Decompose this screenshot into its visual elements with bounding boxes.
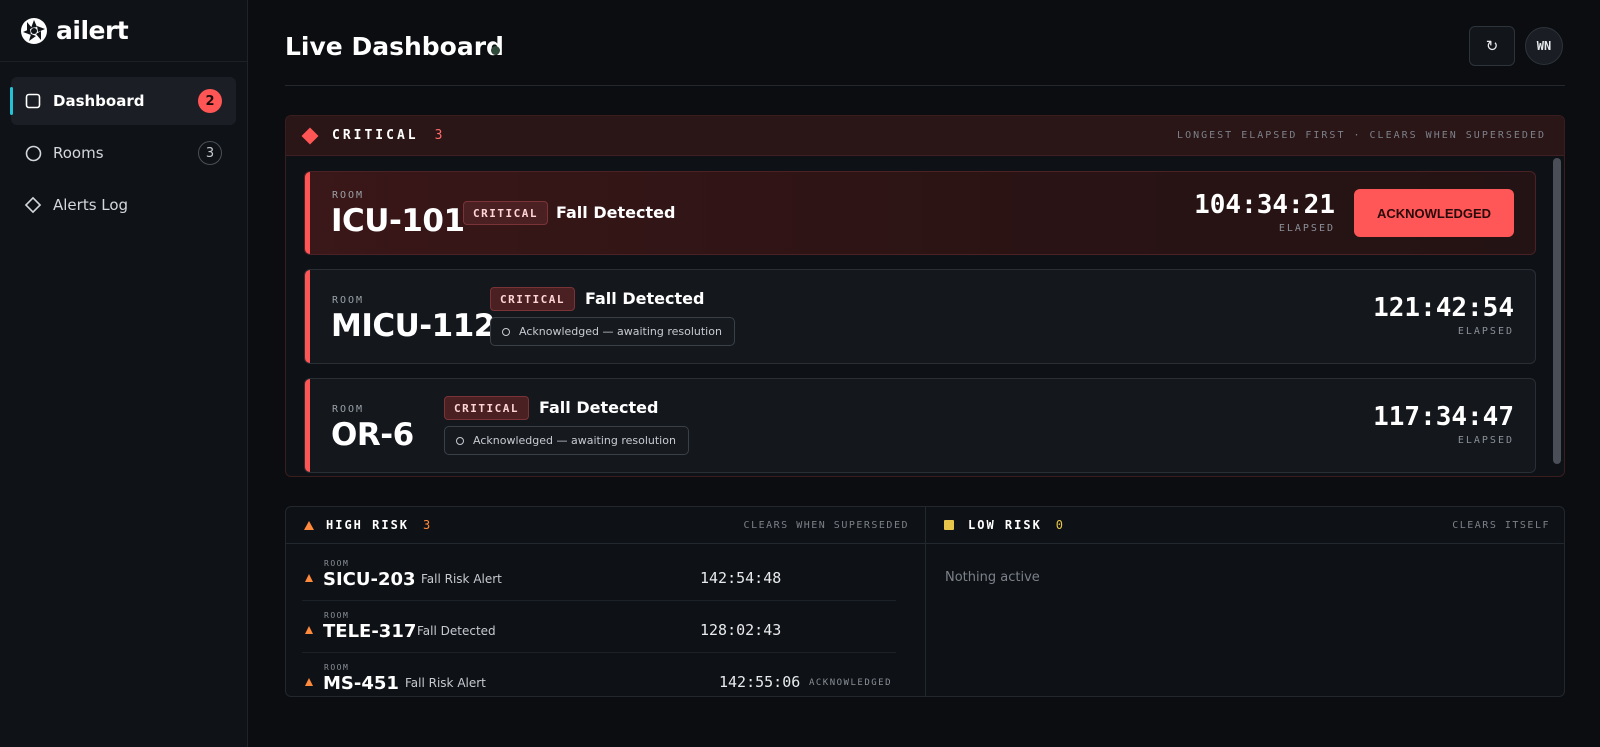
elapsed-time: 142:54:48 bbox=[700, 569, 782, 587]
elapsed-label: ELAPSED bbox=[1457, 435, 1514, 446]
status-ring-icon bbox=[456, 436, 464, 445]
section-hint: LONGEST ELAPSED FIRST · CLEARS WHEN SUPE… bbox=[1177, 130, 1546, 141]
low-risk-square-icon bbox=[944, 520, 954, 530]
high-risk-panel: HIGH RISK 3 CLEARS WHEN SUPERSEDED ROOM … bbox=[286, 507, 926, 696]
alert-card-icu-101[interactable]: ROOM ICU-101 CRITICAL Fall Detected 104:… bbox=[304, 171, 1536, 255]
section-count: 3 bbox=[434, 128, 443, 143]
scrollbar[interactable] bbox=[1553, 158, 1561, 474]
acknowledged-status: Acknowledged — awaiting resolution bbox=[490, 317, 735, 346]
section-title: HIGH RISK bbox=[326, 518, 410, 532]
square-icon bbox=[24, 92, 42, 110]
section-hint: CLEARS WHEN SUPERSEDED bbox=[743, 519, 909, 531]
empty-state: Nothing active bbox=[945, 570, 1040, 585]
warning-triangle-icon bbox=[305, 626, 313, 634]
event-name: Fall Detected bbox=[417, 624, 496, 638]
severity-chip: CRITICAL bbox=[490, 287, 575, 311]
avatar[interactable]: WN bbox=[1525, 27, 1563, 65]
critical-diamond-icon bbox=[301, 127, 319, 144]
brand-name: ailert bbox=[56, 16, 129, 45]
sidebar-nav: Dashboard 2 Rooms 3 Alerts Log bbox=[0, 62, 247, 248]
sidebar: ailert Dashboard 2 Rooms 3 Alerts Log bbox=[0, 0, 248, 747]
room-label: ROOM bbox=[324, 611, 350, 620]
section-title: LOW RISK bbox=[968, 518, 1042, 532]
section-count: 3 bbox=[423, 518, 431, 532]
room-name: MS-451 bbox=[323, 673, 399, 694]
acknowledged-label: ACKNOWLEDGED bbox=[808, 678, 892, 688]
notification-badge: 2 bbox=[198, 89, 222, 113]
room-name: SICU-203 bbox=[323, 569, 416, 590]
elapsed-time: 128:02:43 bbox=[700, 621, 782, 639]
circle-icon bbox=[24, 144, 42, 162]
aperture-icon bbox=[21, 17, 47, 44]
room-label: ROOM bbox=[332, 295, 365, 306]
elapsed-time: 104:34:21 bbox=[1194, 190, 1335, 220]
sidebar-item-alerts-log[interactable]: Alerts Log bbox=[11, 181, 236, 229]
live-indicator bbox=[491, 46, 500, 55]
sidebar-item-label: Rooms bbox=[53, 144, 104, 162]
acknowledged-status: Acknowledged — awaiting resolution bbox=[444, 426, 689, 455]
high-risk-row[interactable]: ROOM TELE-317 Fall Detected 128:02:43 bbox=[302, 601, 896, 653]
room-name: ICU-101 bbox=[331, 203, 465, 239]
sidebar-item-label: Dashboard bbox=[53, 92, 145, 110]
section-title: CRITICAL bbox=[332, 128, 419, 143]
event-name: Fall Detected bbox=[585, 289, 705, 308]
room-name: MICU-112 bbox=[331, 308, 495, 344]
risk-panels: HIGH RISK 3 CLEARS WHEN SUPERSEDED ROOM … bbox=[285, 506, 1565, 697]
alert-card-or-6[interactable]: ROOM OR-6 CRITICAL Fall Detected Acknowl… bbox=[304, 378, 1536, 473]
event-name: Fall Risk Alert bbox=[421, 572, 502, 586]
room-label: ROOM bbox=[324, 559, 350, 568]
warning-triangle-icon bbox=[305, 678, 313, 686]
elapsed-time: 142:55:06 bbox=[719, 673, 801, 691]
room-label: ROOM bbox=[324, 663, 350, 672]
refresh-icon: ↻ bbox=[1485, 38, 1499, 55]
diamond-icon bbox=[24, 196, 42, 214]
section-hint: CLEARS ITSELF bbox=[1452, 519, 1550, 531]
room-label: ROOM bbox=[332, 190, 365, 201]
room-name: OR-6 bbox=[331, 417, 414, 453]
refresh-button[interactable]: ↻ bbox=[1469, 26, 1515, 66]
event-name: Fall Risk Alert bbox=[405, 676, 486, 690]
low-risk-panel: LOW RISK 0 CLEARS ITSELF Nothing active bbox=[926, 507, 1564, 696]
page-header: Live Dashboard ↻ WN bbox=[285, 22, 1565, 86]
severity-chip: CRITICAL bbox=[444, 396, 529, 420]
status-ring-icon bbox=[502, 327, 510, 336]
status-text: Acknowledged — awaiting resolution bbox=[519, 325, 722, 338]
sidebar-item-dashboard[interactable]: Dashboard 2 bbox=[10, 77, 236, 125]
high-risk-row[interactable]: ROOM SICU-203 Fall Risk Alert 142:54:48 bbox=[302, 549, 896, 601]
room-name: TELE-317 bbox=[323, 621, 417, 642]
warning-triangle-icon bbox=[305, 574, 313, 582]
alert-card-micu-112[interactable]: ROOM MICU-112 CRITICAL Fall Detected Ack… bbox=[304, 269, 1536, 364]
event-name: Fall Detected bbox=[556, 203, 676, 222]
status-text: Acknowledged — awaiting resolution bbox=[473, 434, 676, 447]
elapsed-label: ELAPSED bbox=[1278, 223, 1335, 234]
page-title: Live Dashboard bbox=[285, 32, 504, 61]
elapsed-time: 117:34:47 bbox=[1373, 402, 1514, 432]
high-risk-row[interactable]: ROOM MS-451 Fall Risk Alert 142:55:06 AC… bbox=[302, 653, 896, 696]
room-label: ROOM bbox=[332, 404, 365, 415]
high-risk-header: HIGH RISK 3 CLEARS WHEN SUPERSEDED bbox=[286, 507, 925, 544]
event-name: Fall Detected bbox=[539, 398, 659, 417]
critical-header: CRITICAL 3 LONGEST ELAPSED FIRST · CLEAR… bbox=[286, 116, 1564, 156]
scrollbar-thumb[interactable] bbox=[1553, 158, 1561, 464]
warning-triangle-icon bbox=[304, 520, 314, 530]
sidebar-item-label: Alerts Log bbox=[53, 196, 129, 214]
sidebar-item-rooms[interactable]: Rooms 3 bbox=[11, 129, 236, 177]
elapsed-label: ELAPSED bbox=[1457, 326, 1514, 337]
low-risk-header: LOW RISK 0 CLEARS ITSELF bbox=[926, 507, 1564, 544]
severity-chip: CRITICAL bbox=[463, 201, 548, 225]
section-count: 0 bbox=[1055, 518, 1064, 532]
elapsed-time: 121:42:54 bbox=[1373, 293, 1514, 323]
count-badge: 3 bbox=[198, 141, 222, 165]
brand[interactable]: ailert bbox=[0, 0, 247, 62]
acknowledge-button[interactable]: ACKNOWLEDGED bbox=[1354, 189, 1514, 237]
critical-panel: CRITICAL 3 LONGEST ELAPSED FIRST · CLEAR… bbox=[285, 115, 1565, 477]
